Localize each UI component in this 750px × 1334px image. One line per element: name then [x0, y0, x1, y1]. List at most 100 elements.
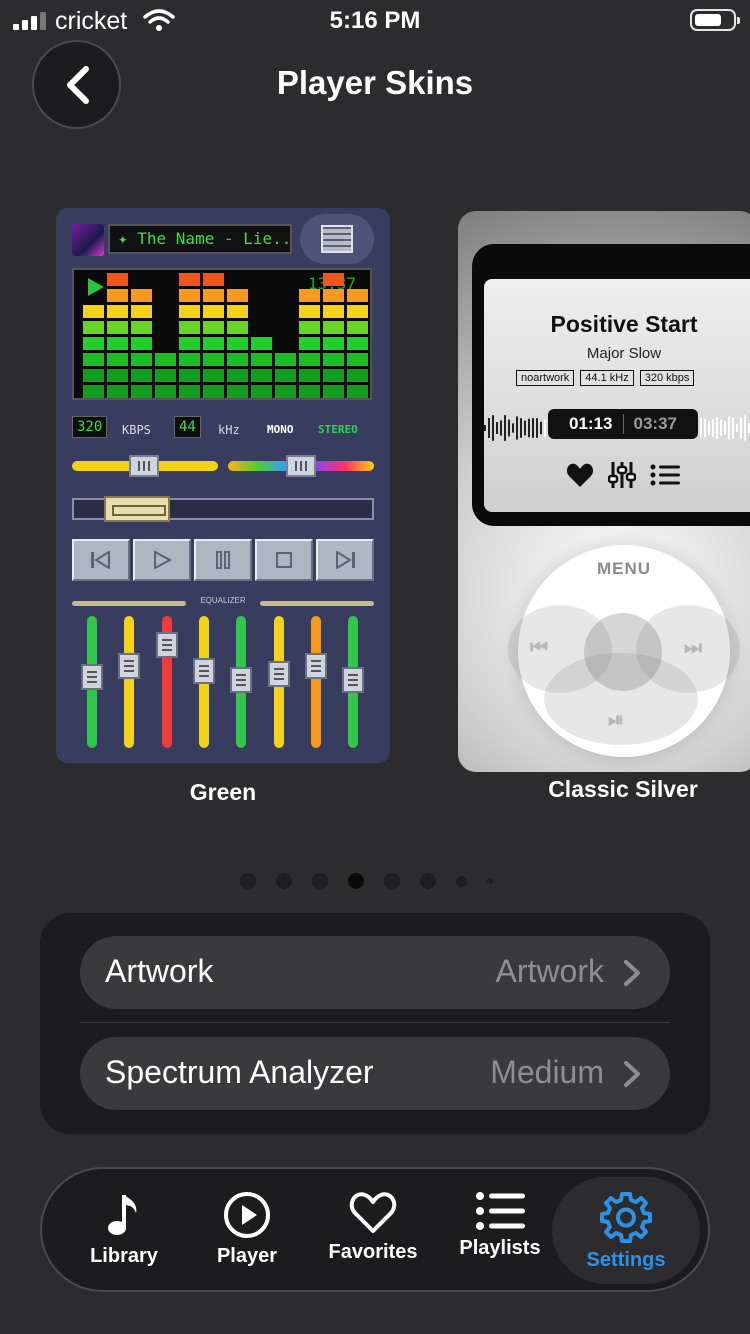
page-dot[interactable]: [456, 875, 467, 887]
seek-bar[interactable]: [72, 496, 374, 522]
page-dot[interactable]: [348, 873, 364, 889]
stop-button[interactable]: [255, 539, 313, 581]
spectrum-segment: [131, 321, 152, 334]
waveform-bar: [512, 423, 514, 433]
spectrum-bar: [275, 270, 296, 398]
eq-slider[interactable]: [118, 616, 141, 748]
page-dot[interactable]: [240, 873, 256, 889]
balance-thumb[interactable]: [286, 455, 316, 477]
waveform-bar: [736, 423, 738, 433]
skin-preview-green[interactable]: ✦ The Name - Lie... 13:37 320 KBPS 44 kH…: [56, 208, 390, 763]
spectrum-segment: [131, 305, 152, 318]
page-dot[interactable]: [312, 873, 328, 889]
spectrum-bar: [83, 270, 104, 398]
gear-icon: [600, 1192, 652, 1243]
spectrum-segment: [179, 337, 200, 350]
equalizer-icon[interactable]: [608, 461, 636, 489]
waveform-bar: [544, 419, 546, 437]
page-indicator[interactable]: [240, 873, 493, 889]
track-name-display: ✦ The Name - Lie...: [108, 224, 292, 254]
setting-label: Artwork: [105, 953, 214, 989]
play-button[interactable]: [133, 539, 191, 581]
eq-slider[interactable]: [304, 616, 327, 748]
page-dot[interactable]: [487, 878, 493, 884]
eq-slider[interactable]: [230, 616, 253, 748]
spectrum-segment: [131, 385, 152, 398]
tab-settings[interactable]: Settings: [552, 1177, 700, 1284]
eq-slider-thumb[interactable]: [230, 666, 253, 693]
volume-thumb[interactable]: [128, 455, 159, 477]
waveform-bar: [520, 418, 522, 438]
waveform-bar: [536, 418, 538, 438]
skin-preview-classic-silver[interactable]: Positive Start Major Slow noartwork 44.1…: [458, 211, 750, 772]
eq-slider[interactable]: [192, 616, 215, 748]
spectrum-segment: [107, 385, 128, 398]
list-icon[interactable]: [650, 464, 680, 486]
spectrum-segment: [203, 273, 224, 286]
setting-label: Spectrum Analyzer: [105, 1054, 374, 1090]
eq-slider[interactable]: [81, 616, 103, 748]
eq-slider-thumb[interactable]: [342, 666, 365, 693]
eq-slider-thumb[interactable]: [81, 663, 103, 690]
spectrum-segment: [227, 289, 248, 302]
play-circle-icon: [224, 1192, 270, 1238]
skin-menu-button[interactable]: [300, 214, 374, 264]
wheel-center-button[interactable]: [584, 613, 662, 691]
spectrum-analyzer-setting-row[interactable]: Spectrum Analyzer Medium: [80, 1037, 670, 1110]
tab-library[interactable]: Library: [64, 1169, 184, 1290]
click-wheel[interactable]: MENU ⏮ ⏭ ⏯: [508, 545, 740, 757]
spectrum-segment: [299, 385, 320, 398]
heart-icon[interactable]: [566, 462, 594, 488]
sample-rate-tag: 44.1 kHz: [580, 370, 634, 386]
audio-readouts: 320 KBPS 44 kHz MONO STEREO: [72, 416, 372, 440]
spectrum-segment: [299, 337, 320, 350]
next-button[interactable]: [316, 539, 374, 581]
eq-slider[interactable]: [267, 616, 290, 748]
spectrum-bar: [227, 270, 248, 398]
spectrum-segment: [251, 337, 272, 350]
menu-button[interactable]: MENU: [518, 559, 730, 579]
eq-slider-thumb[interactable]: [192, 658, 215, 685]
page-dot[interactable]: [420, 873, 436, 889]
tab-player[interactable]: Player: [188, 1169, 306, 1290]
previous-button[interactable]: [72, 539, 130, 581]
tab-playlists[interactable]: Playlists: [440, 1169, 560, 1290]
rewind-icon[interactable]: ⏮: [530, 637, 548, 660]
spectrum-segment: [347, 369, 368, 382]
page-dot[interactable]: [384, 873, 400, 889]
time-separator: [622, 414, 624, 434]
waveform-bar: [528, 418, 530, 438]
waveform-bar: [716, 416, 718, 440]
play-pause-icon[interactable]: ⏯: [608, 709, 624, 732]
eq-slider-thumb[interactable]: [118, 653, 141, 680]
pause-button[interactable]: [194, 539, 252, 581]
total-time: 03:37: [633, 414, 677, 433]
screen-actions: [566, 461, 680, 489]
spectrum-bar: [131, 270, 152, 398]
spectrum-segment: [203, 385, 224, 398]
mono-label: MONO: [267, 423, 294, 436]
spectrum-segment: [179, 321, 200, 334]
eq-slider[interactable]: [155, 616, 178, 748]
eq-slider[interactable]: [342, 616, 365, 748]
current-time: 01:13: [569, 414, 613, 433]
eq-slider-thumb[interactable]: [304, 653, 327, 680]
fast-forward-icon[interactable]: ⏭: [684, 637, 702, 660]
seek-thumb[interactable]: [104, 496, 170, 522]
heart-icon: [349, 1192, 397, 1233]
waveform-bar: [720, 419, 722, 437]
spectrum-segment: [107, 337, 128, 350]
volume-slider[interactable]: [72, 455, 218, 477]
equalizer-header: EQUALIZER: [72, 596, 374, 610]
spectrum-analyzer: 13:37: [72, 268, 372, 400]
page-dot[interactable]: [276, 873, 292, 889]
artwork-setting-row[interactable]: Artwork Artwork: [80, 936, 670, 1009]
tab-favorites[interactable]: Favorites: [312, 1169, 434, 1290]
balance-slider[interactable]: [228, 455, 374, 477]
spectrum-segment: [179, 273, 200, 286]
eq-slider-thumb[interactable]: [267, 660, 290, 687]
spectrum-segment: [347, 289, 368, 302]
spectrum-segment: [155, 369, 176, 382]
tab-label: Library: [90, 1245, 158, 1267]
eq-slider-thumb[interactable]: [155, 631, 178, 658]
